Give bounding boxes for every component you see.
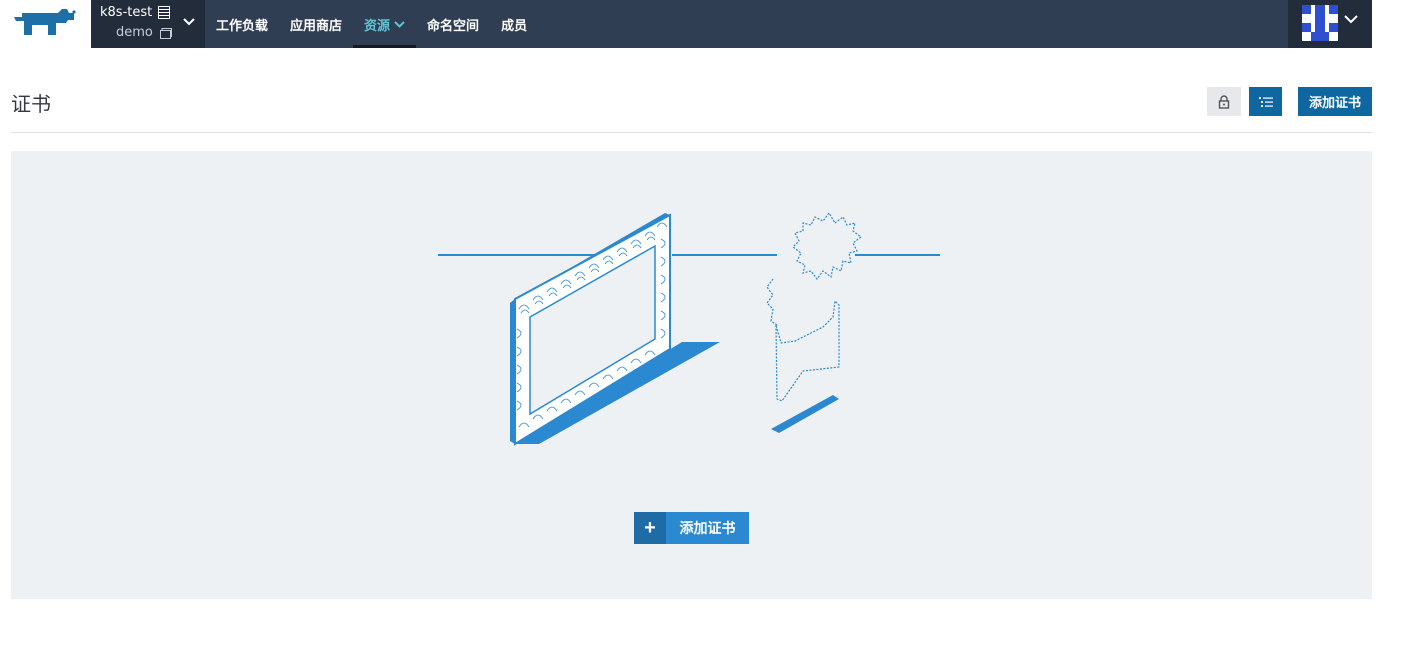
empty-state-panel: + 添加证书 [11, 151, 1372, 599]
list-view-button[interactable] [1249, 87, 1282, 116]
empty-add-label: 添加证书 [679, 520, 736, 536]
nav-item-label: 资源 [364, 18, 391, 34]
nav-item-members[interactable]: 成员 [490, 0, 538, 48]
main-nav: 工作负载 应用商店 资源 命名空间 成员 [205, 0, 538, 48]
avatar [1302, 5, 1338, 41]
empty-add-certificate-button[interactable]: + 添加证书 [634, 512, 749, 544]
divider [11, 132, 1372, 133]
cluster-name: k8s-test [100, 5, 153, 20]
nav-item-label: 工作负载 [216, 18, 269, 34]
project-name: demo [116, 25, 153, 40]
nav-item-label: 命名空间 [427, 18, 480, 34]
cluster-icon [158, 6, 170, 19]
certificate-illustration [438, 211, 940, 446]
nav-item-label: 成员 [501, 18, 528, 34]
add-certificate-button[interactable]: 添加证书 [1298, 87, 1372, 116]
user-menu[interactable] [1288, 0, 1372, 48]
logo-area[interactable] [0, 0, 91, 48]
chevron-down-icon [1344, 15, 1358, 24]
ssl-certificate-icon [1218, 94, 1230, 109]
nav-item-workloads[interactable]: 工作负载 [205, 0, 279, 48]
project-icon [160, 28, 172, 39]
plus-icon: + [634, 512, 666, 544]
nav-item-apps[interactable]: 应用商店 [279, 0, 353, 48]
ssl-toggle-button[interactable] [1207, 87, 1241, 116]
chevron-down-icon [183, 18, 195, 26]
nav-item-namespaces[interactable]: 命名空间 [416, 0, 490, 48]
page-title: 证书 [11, 92, 51, 116]
list-view-icon [1258, 96, 1273, 107]
nav-item-label: 应用商店 [290, 18, 343, 34]
rancher-logo [14, 9, 76, 35]
chevron-down-icon [394, 20, 405, 28]
nav-item-resources[interactable]: 资源 [353, 0, 417, 48]
top-nav: k8s-test demo 工作负载 应用商店 资源 命名空间 成员 [0, 0, 1372, 48]
cluster-project-switcher[interactable]: k8s-test demo [91, 0, 205, 48]
